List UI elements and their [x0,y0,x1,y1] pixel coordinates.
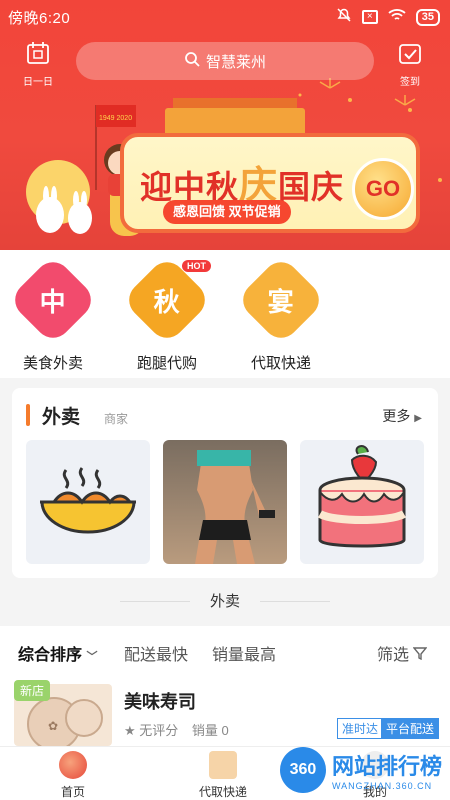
banner-title-3: 国庆 [278,169,345,205]
status-bar: 傍晚6:20 × 35 [0,0,450,32]
category-name: 跑腿代购 [136,355,197,372]
calendar-icon [25,42,51,70]
tab-label: 首页 [60,785,85,799]
star-icon: ★ [124,723,136,738]
watermark-title: 网站排行榜 [331,754,442,779]
fitness-photo [195,450,275,564]
category-badge-text: 秋 [153,286,181,317]
checkin-label: 签到 [400,77,420,88]
cake-icon [318,445,406,548]
filter-icon [412,647,428,664]
hero-banner[interactable]: 傍晚6:20 × 35 日一日 智慧莱州 签到 1949 2020 迎中秋庆国庆… [0,0,450,250]
search-icon [184,51,200,71]
sort-comprehensive[interactable]: 综合排序 ﹀ [18,641,97,665]
sort-top-sales[interactable]: 销量最高 [212,641,276,665]
top-bar: 日一日 智慧莱州 签到 [0,38,450,88]
sim-icon: × [361,10,378,24]
search-placeholder: 智慧莱州 [205,53,266,71]
shop-sales: 销量 0 [191,723,229,738]
tag-on-time: 准时达 [337,718,384,739]
checkin-icon [397,44,423,70]
takeout-subtitle: 商家 [104,412,129,426]
category-badge-text: 中 [39,286,67,317]
filter-label: 筛选 [377,647,410,664]
banner-subtitle: 感恩回馈 双节促销 [163,200,291,224]
new-shop-badge: 新店 [14,680,51,701]
sort-label: 综合排序 [18,647,83,664]
mute-icon [336,7,352,27]
category-badge-icon: 中 [7,254,99,346]
sort-bar: 综合排序 ﹀ 配送最快 销量最高 筛选 [0,626,450,676]
tab-express-pickup[interactable]: 代取快递 [178,751,268,800]
category-errand[interactable]: 秋 HOT 跑腿代购 [121,254,213,373]
thumbnail-cake[interactable] [300,440,424,564]
sort-fastest-delivery[interactable]: 配送最快 [124,641,188,665]
svg-text:✿: ✿ [48,719,58,733]
battery-icon: 35 [415,8,440,26]
tag-platform-delivery: 平台配送 [381,718,440,739]
thumbnail-fitness[interactable] [163,440,287,564]
category-badge-icon: 宴 [235,254,327,346]
tab-home[interactable]: 首页 [28,751,118,800]
takeout-card: 外卖 商家 更多 ▶ [12,388,438,578]
category-grid: 中 美食外卖 秋 HOT 跑腿代购 宴 代取快递 [0,250,450,378]
watermark-badge: 360 [279,747,326,793]
category-express-pickup[interactable]: 宴 代取快递 [235,254,327,373]
checkin-button[interactable]: 签到 [390,40,430,88]
rabbit-icon [209,751,237,779]
takeout-title: 外卖 [42,407,81,428]
category-name: 美食外卖 [22,355,83,372]
more-label: 更多 [382,408,411,424]
shop-meta: ★ 无评分 销量 0 [124,720,229,739]
wifi-icon [388,8,406,26]
filter-button[interactable]: 筛选 [377,641,428,665]
shop-rating: 无评分 [139,723,179,738]
tiananmen-decoration [165,98,305,136]
section-label: 外卖 [209,593,240,610]
calendar-button[interactable]: 日一日 [18,40,58,88]
calendar-label: 日一日 [23,77,53,88]
go-button[interactable]: GO [352,158,414,220]
watermark-url: WANGZHAN.360.CN [331,781,433,791]
divider-line [260,601,330,602]
tab-label: 代取快递 [198,785,247,799]
chevron-down-icon: ﹀ [86,651,98,663]
noodle-bowl-icon [40,467,136,534]
triangle-right-icon: ▶ [414,413,422,424]
hot-badge: HOT [182,260,211,272]
accent-bar [26,404,30,426]
more-link[interactable]: 更多 ▶ [382,406,422,426]
category-food-delivery[interactable]: 中 美食外卖 [7,254,99,373]
search-input[interactable]: 智慧莱州 [76,42,374,80]
category-name: 代取快递 [250,355,311,372]
shop-list-item[interactable]: ✿ 新店 美味寿司 ★ 无评分 销量 0 准时达 平台配送 [0,676,450,746]
category-badge-text: 宴 [267,286,295,317]
shop-name: 美味寿司 [124,692,196,712]
status-time: 傍晚6:20 [8,10,71,27]
home-icon [59,751,87,779]
flag-text: 1949 2020 [99,115,132,122]
thumbnail-food-bowl[interactable] [26,440,150,564]
watermark: 360 网站排行榜 WANGZHAN.360.CN [279,742,442,798]
